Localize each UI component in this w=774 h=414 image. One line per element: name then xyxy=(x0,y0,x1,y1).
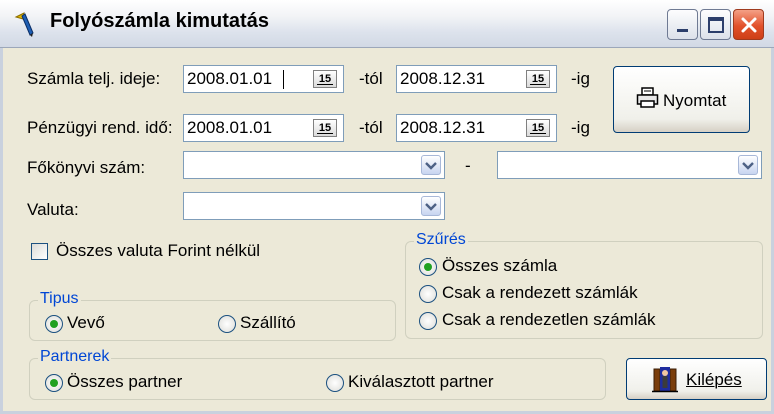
szures-title: Szűrés xyxy=(414,231,468,249)
close-button[interactable] xyxy=(733,9,764,40)
minimize-button[interactable] xyxy=(667,9,698,40)
partnerek-option-kivalasztott: Kiválasztott partner xyxy=(348,372,494,391)
app-window: Folyószámla kimutatás Számla telj. ideje… xyxy=(0,0,774,414)
minimize-icon xyxy=(677,29,688,32)
tipus-option-vevo: Vevő xyxy=(67,313,105,332)
tipus-radio-vevo[interactable] xyxy=(45,315,63,333)
exit-button-label: Kilépés xyxy=(686,370,742,389)
osszes-valuta-label: Összes valuta Forint nélkül xyxy=(56,241,261,260)
szamla-telj-to-value: 2008.12.31 xyxy=(400,69,486,88)
calendar-icon[interactable]: 15 xyxy=(526,119,550,137)
penzugyi-from-field[interactable]: 2008.01.01 15 xyxy=(183,114,344,142)
szures-radio-osszes[interactable] xyxy=(419,258,437,276)
tol-label: -tól xyxy=(359,118,383,137)
chevron-down-icon[interactable] xyxy=(738,155,758,175)
partnerek-title: Partnerek xyxy=(38,348,112,366)
partnerek-radio-kivalasztott[interactable] xyxy=(326,374,344,392)
calendar-icon[interactable]: 15 xyxy=(313,119,337,137)
close-icon xyxy=(741,17,757,33)
penzugyi-from-value: 2008.01.01 xyxy=(187,118,273,137)
partnerek-radio-osszes[interactable] xyxy=(45,374,63,392)
szures-radio-rendezetlen[interactable] xyxy=(419,312,437,330)
szamla-telj-to-field[interactable]: 2008.12.31 15 xyxy=(396,65,557,93)
exit-door-icon xyxy=(652,367,678,393)
fokonyvi-label: Főkönyvi szám: xyxy=(27,158,146,177)
text-cursor xyxy=(283,70,284,89)
ig-label: -ig xyxy=(571,118,590,137)
penzugyi-to-value: 2008.12.31 xyxy=(400,118,486,137)
title-bar[interactable]: Folyószámla kimutatás xyxy=(0,0,774,48)
print-button[interactable]: Nyomtat xyxy=(613,66,750,133)
penzugyi-to-field[interactable]: 2008.12.31 15 xyxy=(396,114,557,142)
szamla-telj-from-field[interactable]: 2008.01.01 15 xyxy=(183,65,344,93)
szures-option-rendezett: Csak a rendezett számlák xyxy=(442,283,638,302)
valuta-label: Valuta: xyxy=(27,200,79,219)
range-dash: - xyxy=(465,156,471,175)
pen-icon xyxy=(12,11,38,37)
window-title: Folyószámla kimutatás xyxy=(50,10,269,32)
ig-label: -ig xyxy=(571,69,590,88)
calendar-icon[interactable]: 15 xyxy=(526,70,550,88)
maximize-button[interactable] xyxy=(700,9,731,40)
tipus-option-szallito: Szállító xyxy=(240,313,296,332)
print-button-label: Nyomtat xyxy=(663,91,727,110)
szures-radio-rendezett[interactable] xyxy=(419,285,437,303)
osszes-valuta-checkbox[interactable] xyxy=(31,243,48,260)
tipus-radio-szallito[interactable] xyxy=(218,315,236,333)
tipus-title: Tipus xyxy=(38,290,81,308)
valuta-select[interactable] xyxy=(183,192,445,220)
tol-label: -tól xyxy=(359,69,383,88)
fokonyvi-from-select[interactable] xyxy=(183,151,445,179)
szamla-telj-label: Számla telj. ideje: xyxy=(27,69,161,88)
maximize-icon xyxy=(708,17,724,33)
printer-icon xyxy=(636,87,659,108)
chevron-down-icon[interactable] xyxy=(421,155,441,175)
szures-option-rendezetlen: Csak a rendezetlen számlák xyxy=(442,310,656,329)
partnerek-option-osszes: Összes partner xyxy=(67,372,183,391)
szures-option-osszes: Összes számla xyxy=(442,256,558,275)
calendar-icon[interactable]: 15 xyxy=(313,70,337,88)
chevron-down-icon[interactable] xyxy=(421,196,441,216)
penzugyi-label: Pénzügyi rend. idő: xyxy=(27,118,173,137)
fokonyvi-to-select[interactable] xyxy=(497,151,762,179)
szamla-telj-from-value: 2008.01.01 xyxy=(187,69,273,88)
exit-button[interactable]: Kilépés xyxy=(626,358,767,400)
